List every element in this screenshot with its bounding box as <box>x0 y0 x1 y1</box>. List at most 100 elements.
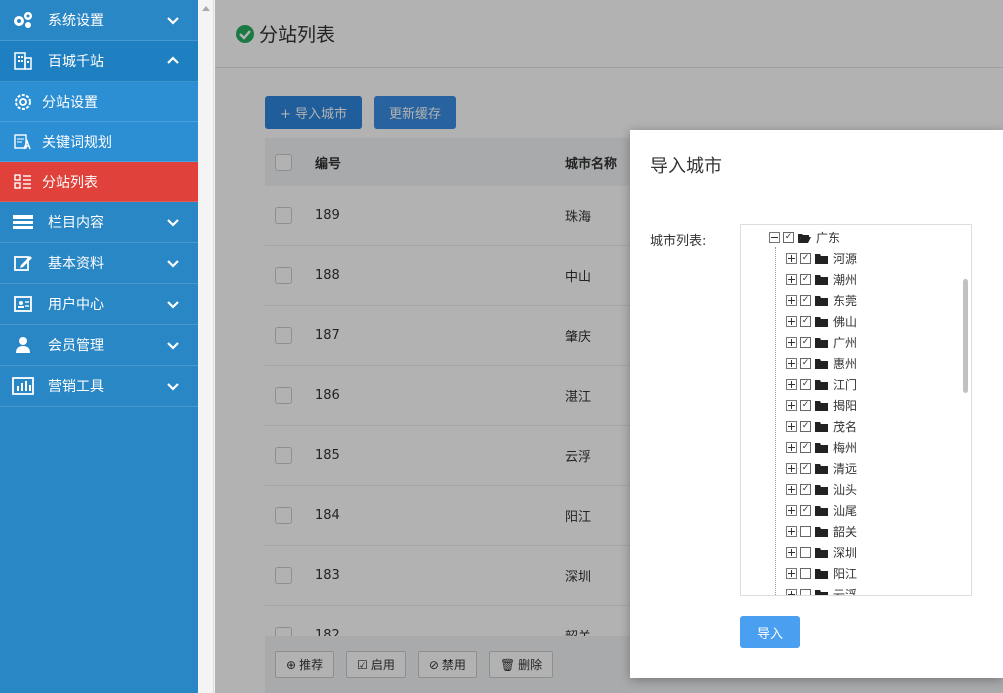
folder-icon <box>815 316 828 327</box>
expand-icon[interactable] <box>786 358 797 369</box>
list-icon <box>12 173 34 191</box>
folder-icon <box>815 568 828 579</box>
sidebar: 系统设置 百城千站 分站设置 关键词规划 分站列表 栏目内容 基本资料 用户中心… <box>0 0 198 693</box>
tree-node[interactable]: ✓ 汕头 <box>786 479 857 500</box>
node-checkbox[interactable]: ✓ <box>800 484 811 495</box>
folder-icon <box>815 505 828 516</box>
sidebar-item-user-center[interactable]: 用户中心 <box>0 284 198 325</box>
node-checkbox[interactable]: ✓ <box>800 295 811 306</box>
tree-node[interactable]: ✓ 广州 <box>786 332 857 353</box>
tree-node[interactable]: ✓ 东莞 <box>786 290 857 311</box>
edit-doc-icon <box>12 133 34 151</box>
tree-node[interactable]: ✓ 惠州 <box>786 353 857 374</box>
sidebar-item-basic-info[interactable]: 基本资料 <box>0 243 198 284</box>
folder-icon <box>815 337 828 348</box>
node-label: 汕头 <box>833 483 858 497</box>
expand-icon[interactable] <box>786 526 797 537</box>
folder-open-icon <box>798 233 811 243</box>
node-checkbox[interactable]: ✓ <box>800 316 811 327</box>
tree-scrollbar[interactable] <box>963 279 968 393</box>
node-label: 清远 <box>833 462 858 476</box>
sidebar-item-column-content[interactable]: 栏目内容 <box>0 202 198 243</box>
node-label: 河源 <box>833 252 858 266</box>
sidebar-item-marketing-tools[interactable]: 营销工具 <box>0 366 198 407</box>
node-checkbox[interactable] <box>800 589 811 595</box>
node-checkbox[interactable]: ✓ <box>800 400 811 411</box>
import-button[interactable]: 导入 <box>740 616 800 648</box>
node-checkbox[interactable] <box>800 526 811 537</box>
sidebar-item-keyword-planning[interactable]: 关键词规划 <box>0 122 198 162</box>
tree-node[interactable]: ✓ 茂名 <box>786 416 857 437</box>
node-checkbox[interactable] <box>800 547 811 558</box>
expand-icon[interactable] <box>786 505 797 516</box>
expand-icon[interactable] <box>786 589 797 595</box>
expand-icon[interactable] <box>786 547 797 558</box>
folder-icon <box>815 379 828 390</box>
node-checkbox[interactable] <box>800 568 811 579</box>
sidebar-item-site-list[interactable]: 分站列表 <box>0 162 198 202</box>
expand-icon[interactable] <box>786 400 797 411</box>
tree-node[interactable]: 阳江 <box>786 563 857 584</box>
tree-node[interactable]: ✓ 揭阳 <box>786 395 857 416</box>
pencil-icon <box>12 254 34 272</box>
node-label: 阳江 <box>833 567 858 581</box>
sidebar-item-system-settings[interactable]: 系统设置 <box>0 0 198 41</box>
folder-icon <box>815 526 828 537</box>
expand-icon[interactable] <box>786 253 797 264</box>
expand-icon[interactable] <box>786 337 797 348</box>
node-checkbox[interactable]: ✓ <box>800 274 811 285</box>
sidebar-item-site-settings[interactable]: 分站设置 <box>0 82 198 122</box>
node-label: 汕尾 <box>833 504 858 518</box>
node-checkbox[interactable]: ✓ <box>800 463 811 474</box>
node-label: 潮州 <box>833 273 858 287</box>
node-checkbox[interactable]: ✓ <box>800 358 811 369</box>
tree-node[interactable]: 云浮 <box>786 584 857 595</box>
tree-node[interactable]: ✓ 河源 <box>786 248 857 269</box>
expand-icon[interactable] <box>786 316 797 327</box>
folder-icon <box>815 547 828 558</box>
node-checkbox[interactable]: ✓ <box>800 253 811 264</box>
sidebar-scrollbar[interactable] <box>198 0 214 693</box>
expand-icon[interactable] <box>786 442 797 453</box>
node-checkbox[interactable]: ✓ <box>800 379 811 390</box>
expand-icon[interactable] <box>786 421 797 432</box>
folder-icon <box>815 484 828 495</box>
tree-node[interactable]: ✓ 汕尾 <box>786 500 857 521</box>
folder-icon <box>815 253 828 264</box>
node-checkbox[interactable]: ✓ <box>800 421 811 432</box>
expand-icon[interactable] <box>786 463 797 474</box>
tree-node[interactable]: ✓ 佛山 <box>786 311 857 332</box>
chevron-down-icon <box>167 219 179 227</box>
sidebar-item-city-sites[interactable]: 百城千站 <box>0 41 198 82</box>
node-checkbox[interactable]: ✓ <box>800 337 811 348</box>
expand-icon[interactable] <box>786 568 797 579</box>
folder-icon <box>815 463 828 474</box>
expand-icon[interactable] <box>786 484 797 495</box>
root-checkbox[interactable]: ✓ <box>783 232 794 243</box>
columns-icon <box>12 213 34 231</box>
sidebar-item-member-management[interactable]: 会员管理 <box>0 325 198 366</box>
scroll-up-icon <box>202 6 210 11</box>
folder-icon <box>815 295 828 306</box>
tree-node[interactable]: ✓ 江门 <box>786 374 857 395</box>
chevron-down-icon <box>167 301 179 309</box>
expand-icon[interactable] <box>786 295 797 306</box>
tree-node[interactable]: 深圳 <box>786 542 857 563</box>
tree-node[interactable]: ✓ 清远 <box>786 458 857 479</box>
collapse-icon[interactable] <box>769 232 780 243</box>
expand-icon[interactable] <box>786 274 797 285</box>
chevron-up-icon <box>167 56 179 64</box>
tree-node[interactable]: ✓ 梅州 <box>786 437 857 458</box>
chevron-down-icon <box>167 17 179 25</box>
city-tree: ✓ 广东 ✓ 河源 ✓ 潮州 ✓ 东莞 ✓ 佛山 ✓ 广州 ✓ 惠州 ✓ 江门 ✓ 揭阳 ✓ 茂名 ✓ 梅州 ✓ 清远 ✓ 汕… <box>740 224 972 596</box>
modal-title: 导入城市 <box>650 156 722 177</box>
node-label: 广州 <box>833 336 858 350</box>
expand-icon[interactable] <box>786 379 797 390</box>
node-label: 韶关 <box>833 525 858 539</box>
tree-node[interactable]: 韶关 <box>786 521 857 542</box>
node-checkbox[interactable]: ✓ <box>800 442 811 453</box>
tree-node[interactable]: ✓ 潮州 <box>786 269 857 290</box>
tree-node-root[interactable]: ✓ 广东 <box>769 227 840 248</box>
node-checkbox[interactable]: ✓ <box>800 505 811 516</box>
building-icon <box>12 52 34 70</box>
